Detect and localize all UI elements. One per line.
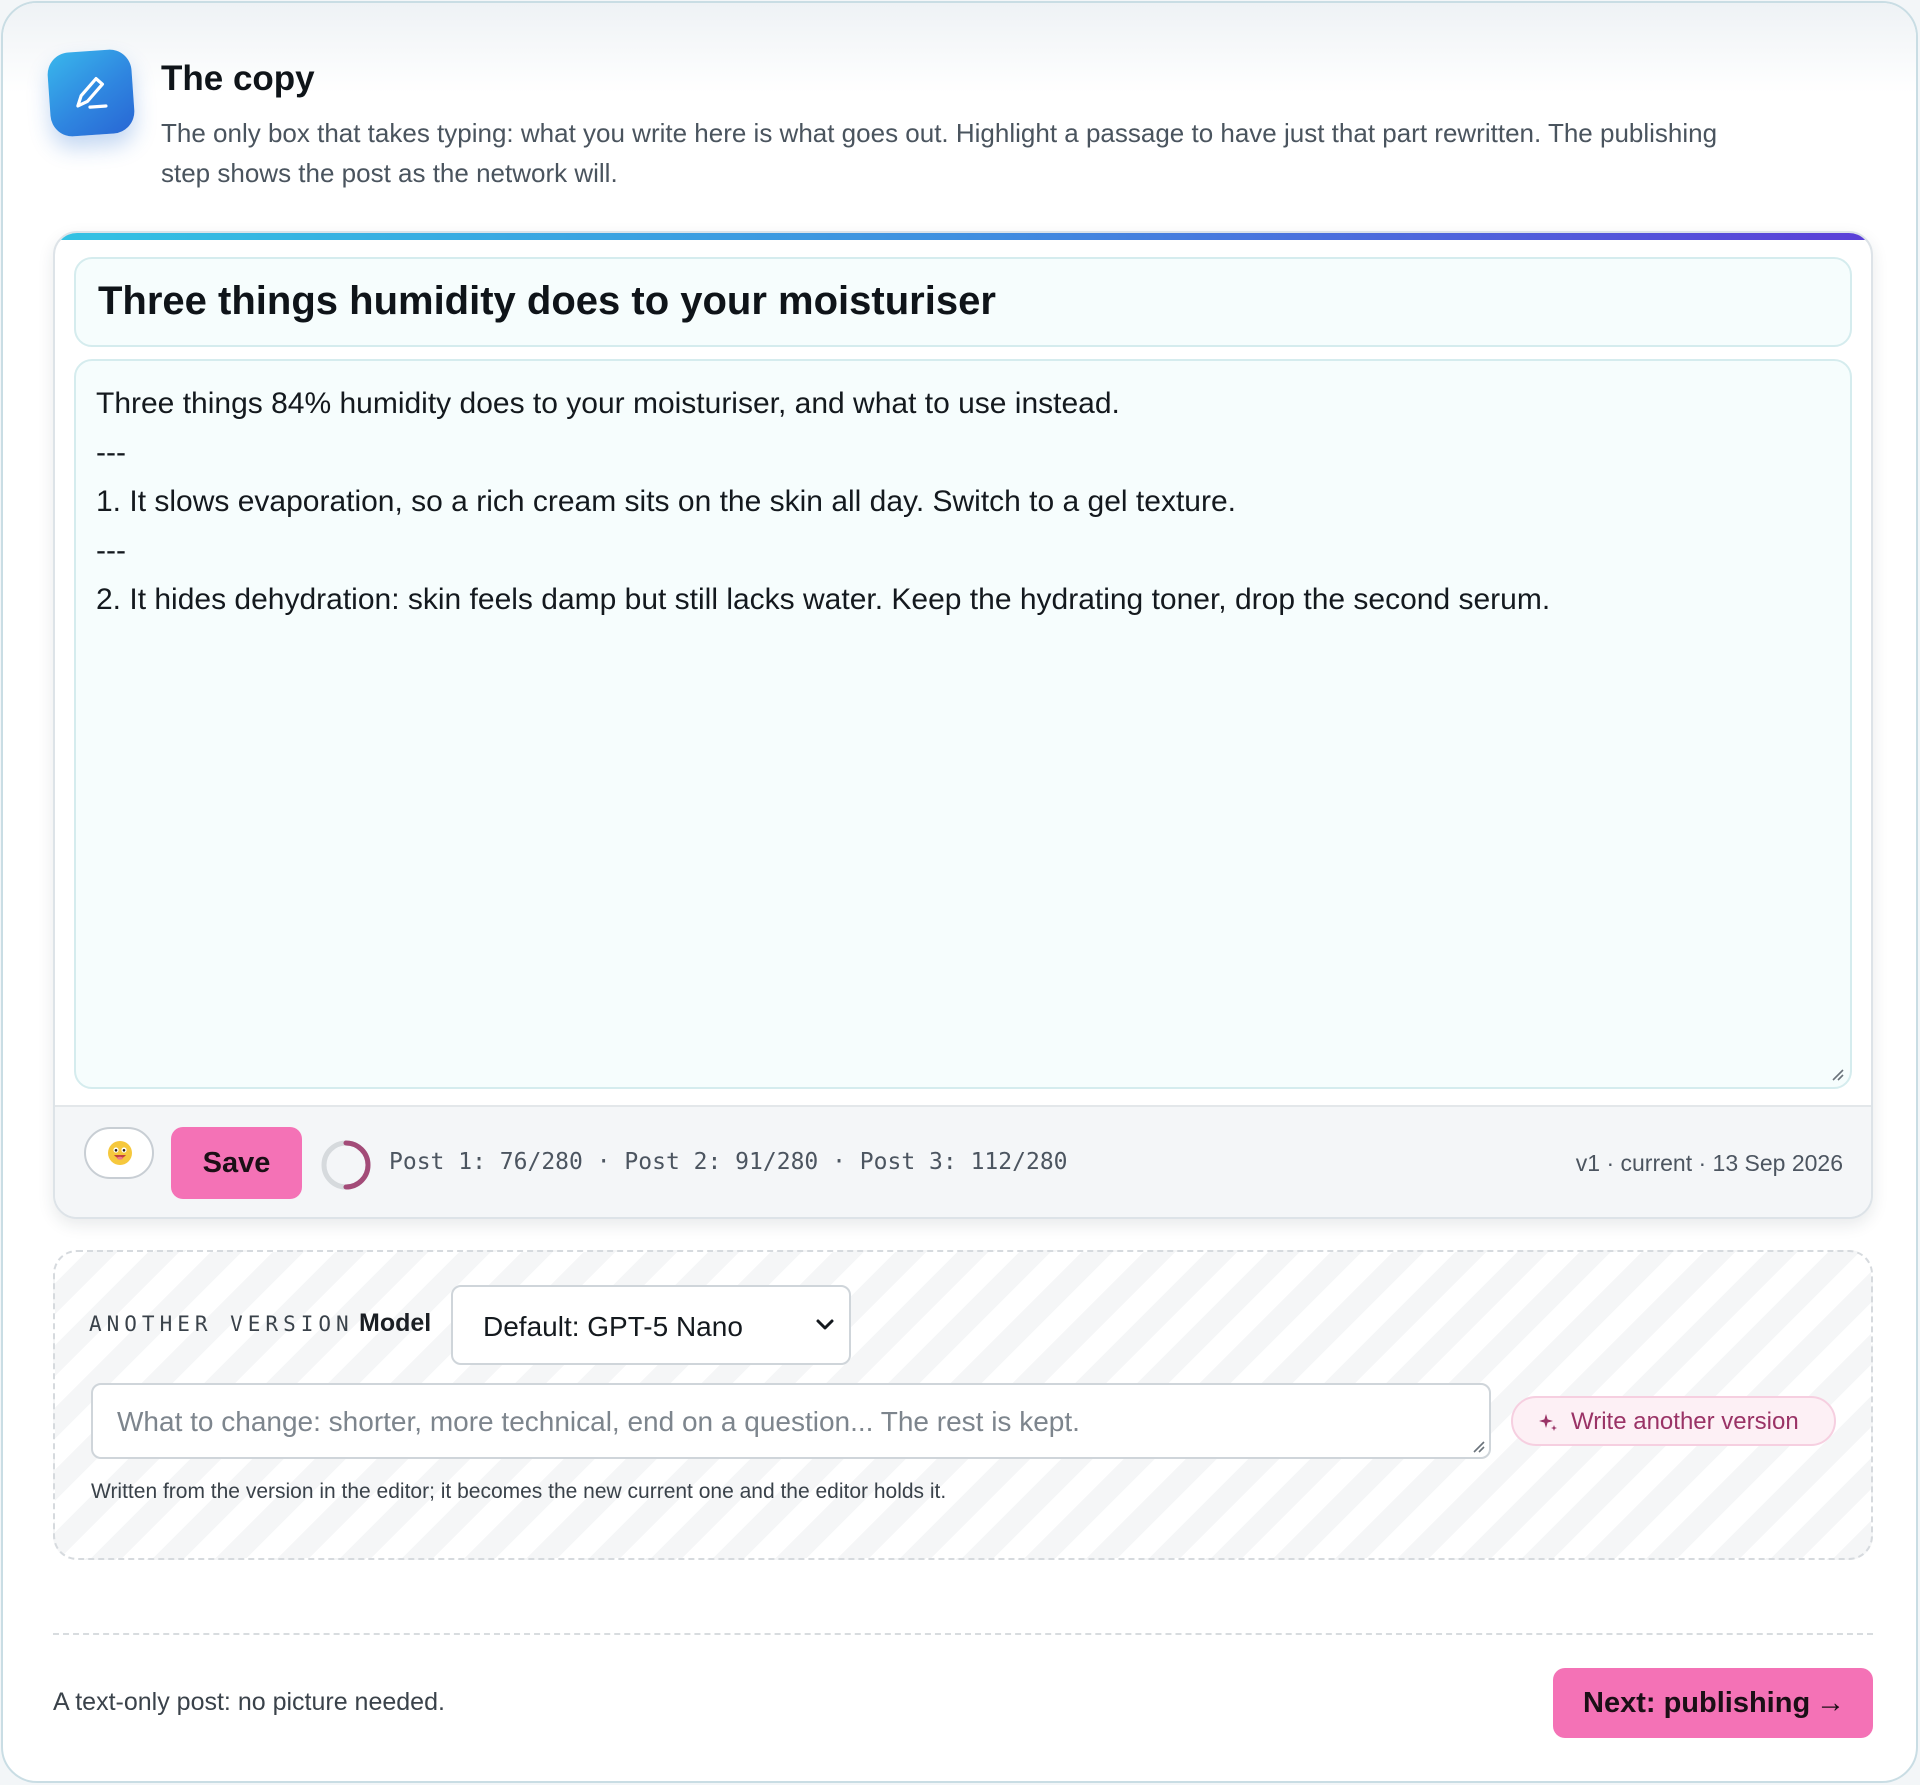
emoji-icon — [108, 1141, 132, 1165]
change-request-input[interactable]: What to change: shorter, more technical,… — [91, 1383, 1491, 1459]
resize-handle-icon[interactable] — [1469, 1437, 1485, 1453]
headline-field[interactable]: Three things humidity does to your moist… — [74, 257, 1852, 347]
resize-handle-icon[interactable] — [1828, 1065, 1844, 1081]
arrow-right-icon: → — [1816, 1687, 1845, 1719]
save-button[interactable]: Save — [171, 1127, 302, 1199]
model-select[interactable]: Default: GPT-5 Nano — [451, 1285, 851, 1365]
body-line: Three things 84% humidity does to your m… — [96, 387, 1120, 420]
body-separator: --- — [96, 436, 126, 469]
change-request-placeholder: What to change: shorter, more technical,… — [117, 1406, 1080, 1437]
editor-accent-bar — [55, 233, 1871, 240]
body-text: Three things 84% humidity does to your m… — [96, 379, 1830, 624]
copy-card: The copy The only box that takes typing:… — [1, 1, 1918, 1783]
next-publishing-label: Next: publishing — [1583, 1687, 1811, 1719]
headline-text: Three things humidity does to your moist… — [98, 279, 996, 323]
section-header: The copy The only box that takes typing:… — [46, 48, 1856, 199]
another-version-label: ANOTHER VERSION — [89, 1312, 354, 1336]
write-another-version-button[interactable]: Write another version — [1511, 1396, 1836, 1446]
page-subtitle: The only box that takes typing: what you… — [161, 118, 1718, 188]
page-title: The copy — [161, 59, 315, 98]
model-selected-value: Default: GPT-5 Nano — [483, 1311, 743, 1342]
body-line: 1. It slows evaporation, so a rich cream… — [96, 485, 1236, 518]
editor-toolbar: Save Post 1: 76/280 · Post 2: 91/280 · P… — [55, 1105, 1871, 1217]
chevron-down-icon — [816, 1319, 834, 1330]
emoji-button[interactable] — [84, 1127, 154, 1179]
another-version-note: Written from the version in the editor; … — [91, 1480, 947, 1503]
body-line: 2. It hides dehydration: skin feels damp… — [96, 583, 1551, 616]
version-meta: v1 · current · 13 Sep 2026 — [1575, 1150, 1843, 1176]
character-progress-ring — [321, 1140, 371, 1190]
character-counts: Post 1: 76/280 · Post 2: 91/280 · Post 3… — [389, 1149, 1068, 1175]
next-publishing-button[interactable]: Next: publishing → — [1553, 1668, 1873, 1738]
footer-divider — [53, 1633, 1873, 1635]
body-separator: --- — [96, 534, 126, 567]
pen-icon — [46, 48, 136, 138]
footer-note: A text-only post: no picture needed. — [53, 1688, 445, 1716]
model-label: Model — [359, 1309, 432, 1337]
write-another-version-label: Write another version — [1571, 1408, 1799, 1435]
editor-panel: Three things humidity does to your moist… — [53, 231, 1873, 1219]
body-textarea[interactable]: Three things 84% humidity does to your m… — [74, 359, 1852, 1089]
sparkle-icon — [1539, 1414, 1557, 1431]
another-version-panel: ANOTHER VERSION Model Default: GPT-5 Nan… — [53, 1250, 1873, 1560]
